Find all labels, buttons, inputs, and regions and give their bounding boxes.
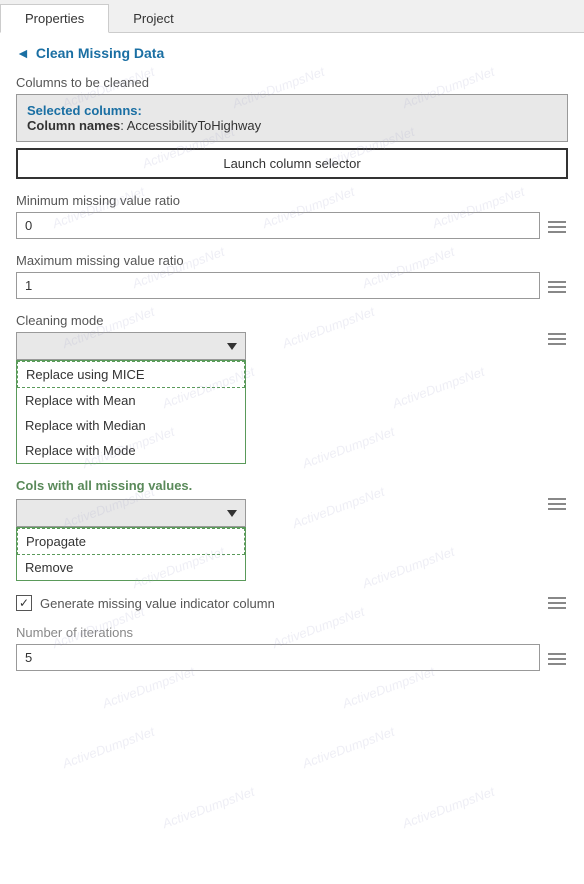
max-missing-input[interactable] (16, 272, 540, 299)
min-missing-input[interactable] (16, 212, 540, 239)
launch-column-selector-button[interactable]: Launch column selector (16, 148, 568, 179)
min-missing-group: Minimum missing value ratio (16, 193, 568, 239)
cols-missing-dropdown-list: Propagate Remove (16, 527, 246, 581)
tab-project[interactable]: Project (109, 4, 197, 32)
num-iterations-group: Number of iterations (16, 625, 568, 671)
columns-to-clean-group: Columns to be cleaned Selected columns: … (16, 75, 568, 179)
cleaning-mode-arrow-icon (227, 343, 237, 350)
column-names-label: Column names (27, 118, 120, 133)
min-missing-menu-icon[interactable] (546, 219, 568, 235)
cleaning-mode-group: Cleaning mode Replace using MICE Replace… (16, 313, 568, 464)
cols-missing-arrow-icon (227, 510, 237, 517)
min-missing-label: Minimum missing value ratio (16, 193, 540, 208)
cleaning-mode-option-median[interactable]: Replace with Median (17, 413, 245, 438)
columns-to-clean-label: Columns to be cleaned (16, 75, 568, 90)
generate-indicator-label: Generate missing value indicator column (40, 596, 275, 611)
section-arrow: ◄ (16, 45, 30, 61)
generate-indicator-menu-icon[interactable] (546, 595, 568, 611)
cols-missing-menu-icon[interactable] (546, 496, 568, 512)
cleaning-mode-dropdown-list: Replace using MICE Replace with Mean Rep… (16, 360, 246, 464)
cleaning-mode-option-mode[interactable]: Replace with Mode (17, 438, 245, 463)
cleaning-mode-dropdown: Replace using MICE Replace with Mean Rep… (16, 332, 246, 464)
column-names-value: AccessibilityToHighway (127, 118, 261, 133)
cols-missing-option-propagate[interactable]: Propagate (17, 528, 245, 555)
num-iterations-label: Number of iterations (16, 625, 540, 640)
max-missing-menu-icon[interactable] (546, 279, 568, 295)
checkmark-icon: ✓ (19, 597, 29, 609)
selected-columns-box: Selected columns: Column names: Accessib… (16, 94, 568, 142)
generate-indicator-checkbox[interactable]: ✓ (16, 595, 32, 611)
main-content: ◄ Clean Missing Data Columns to be clean… (0, 33, 584, 697)
cleaning-mode-option-mean[interactable]: Replace with Mean (17, 388, 245, 413)
cleaning-mode-menu-icon[interactable] (546, 331, 568, 347)
num-iterations-input[interactable] (16, 644, 540, 671)
max-missing-group: Maximum missing value ratio (16, 253, 568, 299)
cols-missing-option-remove[interactable]: Remove (17, 555, 245, 580)
cleaning-mode-option-mice[interactable]: Replace using MICE (17, 361, 245, 388)
cols-missing-dropdown: Propagate Remove (16, 499, 246, 581)
num-iterations-menu-icon[interactable] (546, 651, 568, 667)
cols-missing-label: Cols with all missing values. (16, 478, 540, 493)
section-header: ◄ Clean Missing Data (16, 45, 568, 61)
cols-missing-section: Cols with all missing values. Propagate … (16, 478, 568, 581)
selected-columns-value: Column names: AccessibilityToHighway (27, 118, 557, 133)
cleaning-mode-dropdown-btn[interactable] (16, 332, 246, 360)
tab-bar: Properties Project (0, 0, 584, 33)
selected-columns-title: Selected columns: (27, 103, 557, 118)
max-missing-label: Maximum missing value ratio (16, 253, 540, 268)
cleaning-mode-label: Cleaning mode (16, 313, 540, 328)
cols-missing-dropdown-btn[interactable] (16, 499, 246, 527)
generate-indicator-row: ✓ Generate missing value indicator colum… (16, 595, 568, 611)
section-title: Clean Missing Data (36, 45, 164, 61)
tab-properties[interactable]: Properties (0, 4, 109, 33)
